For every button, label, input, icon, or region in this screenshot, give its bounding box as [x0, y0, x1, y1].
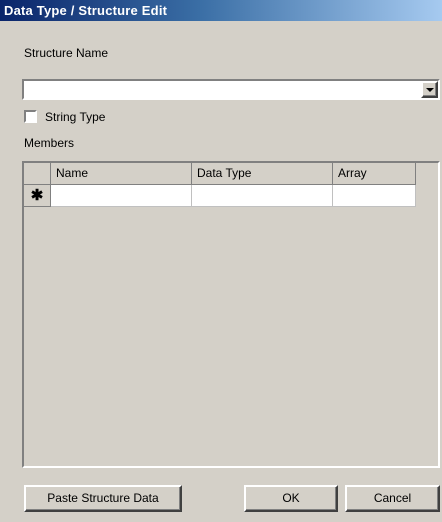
- chevron-down-icon: [425, 87, 434, 92]
- title-bar[interactable]: Data Type / Structure Edit: [0, 0, 442, 21]
- dialog-window: Data Type / Structure Edit Structure Nam…: [0, 0, 442, 522]
- cancel-button[interactable]: Cancel: [345, 485, 440, 512]
- data-type-cell[interactable]: [192, 185, 333, 207]
- column-header-name[interactable]: Name: [51, 163, 192, 185]
- name-cell[interactable]: [51, 185, 192, 207]
- window-title: Data Type / Structure Edit: [4, 3, 168, 18]
- grid-corner-header: [24, 163, 51, 185]
- string-type-label[interactable]: String Type: [45, 110, 105, 124]
- array-cell[interactable]: [333, 185, 416, 207]
- structure-name-label: Structure Name: [24, 46, 109, 60]
- column-header-array[interactable]: Array: [333, 163, 416, 185]
- column-header-data-type[interactable]: Data Type: [192, 163, 333, 185]
- members-grid[interactable]: Name Data Type Array ✱: [22, 161, 440, 468]
- structure-name-combobox[interactable]: [22, 79, 440, 100]
- paste-structure-data-button[interactable]: Paste Structure Data: [24, 485, 182, 512]
- ok-button[interactable]: OK: [244, 485, 338, 512]
- members-label: Members: [24, 136, 75, 150]
- string-type-checkbox[interactable]: [24, 110, 37, 123]
- dropdown-button[interactable]: [421, 81, 438, 98]
- new-row-marker-icon[interactable]: ✱: [24, 185, 51, 207]
